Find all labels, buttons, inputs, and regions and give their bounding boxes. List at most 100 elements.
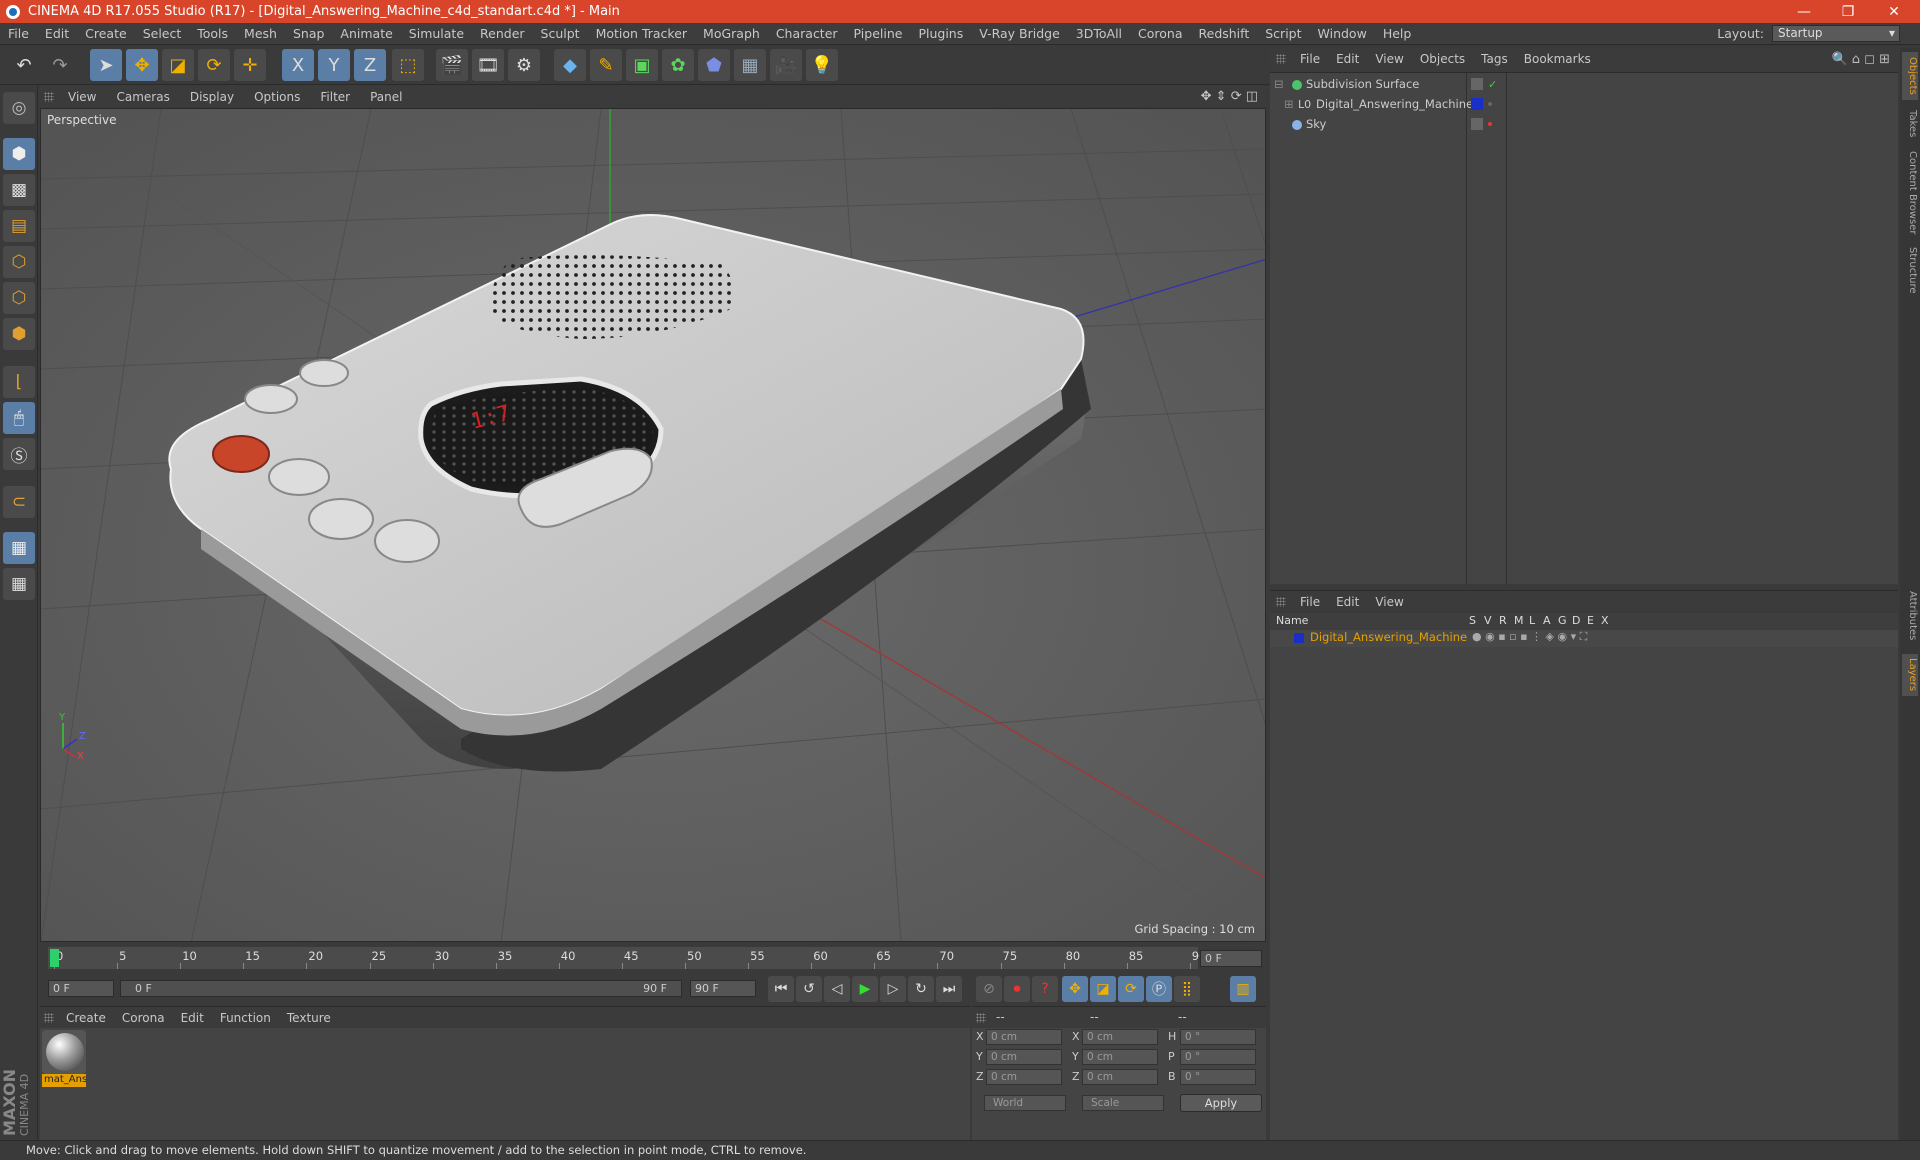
restore-button[interactable]: ❐ — [1826, 0, 1870, 23]
live-selection-icon[interactable]: ➤ — [90, 49, 122, 81]
tab-content-browser[interactable]: Content Browser — [1902, 148, 1918, 238]
layout-dropdown[interactable]: Startup — [1772, 25, 1900, 42]
y-axis-lock-button[interactable]: Y — [318, 49, 350, 81]
tab-attributes[interactable]: Attributes — [1902, 588, 1918, 644]
object-menu-file[interactable]: File — [1292, 52, 1328, 66]
expand-icon[interactable]: ⊞ — [1284, 95, 1294, 114]
tab-layers[interactable]: Layers — [1902, 654, 1918, 696]
start-frame-field[interactable]: 0 F — [48, 980, 114, 997]
light-object-icon[interactable]: 💡 — [806, 49, 838, 81]
keyframe-selection-icon[interactable]: ? — [1032, 976, 1058, 1002]
object-menu-bookmarks[interactable]: Bookmarks — [1516, 52, 1599, 66]
menu-mesh[interactable]: Mesh — [236, 26, 285, 41]
key-pla-icon[interactable]: ⣿ — [1174, 976, 1200, 1002]
menu-tools[interactable]: Tools — [189, 26, 236, 41]
button-top-2[interactable] — [244, 384, 298, 414]
layer-row-digital-answering-machine[interactable]: Digital_Answering_Machine ● ◉ ▪ ▫ ▪ ⋮ ◈ … — [1270, 630, 1898, 647]
polygons-mode-icon[interactable]: ⬢ — [3, 318, 35, 350]
key-scale-icon[interactable]: ◪ — [1090, 976, 1116, 1002]
rotate-tool-icon[interactable]: ⟳ — [198, 49, 230, 81]
coord-mode-dropdown[interactable]: World — [984, 1095, 1066, 1111]
collapse-icon[interactable]: ⊟ — [1274, 75, 1284, 94]
coord-rot-p-field[interactable]: 0 ° — [1180, 1049, 1256, 1065]
layer-menu-view[interactable]: View — [1367, 595, 1411, 609]
menu-3dtoall[interactable]: 3DToAll — [1068, 26, 1130, 41]
model-mode-icon[interactable]: ⬢ — [3, 138, 35, 170]
key-rotation-icon[interactable]: ⟳ — [1118, 976, 1144, 1002]
menu-snap[interactable]: Snap — [285, 26, 332, 41]
next-frame-icon[interactable]: ▷ — [880, 976, 906, 1002]
apply-button[interactable]: Apply — [1180, 1094, 1262, 1112]
next-key-icon[interactable]: ↻ — [908, 976, 934, 1002]
object-row-subdivision-surface[interactable]: ⊟ Subdivision Surface ✓ — [1270, 75, 1898, 94]
edges-mode-icon[interactable]: ⬡ — [3, 282, 35, 314]
material-menu-corona[interactable]: Corona — [114, 1011, 173, 1025]
autokey-icon[interactable]: ⏺ — [1004, 976, 1030, 1002]
coord-rot-h-field[interactable]: 0 ° — [1180, 1029, 1256, 1045]
key-parameter-icon[interactable]: Ⓟ — [1146, 976, 1172, 1002]
prev-key-icon[interactable]: ↺ — [796, 976, 822, 1002]
editor-visibility-icon[interactable] — [1471, 118, 1483, 130]
redo-icon[interactable]: ↷ — [44, 49, 76, 81]
viewport-nav-icons[interactable]: ✥ ⇕ ⟳ ◫ — [1201, 89, 1258, 104]
floor-object-icon[interactable]: ▦ — [734, 49, 766, 81]
coord-size-y-field[interactable]: 0 cm — [1082, 1049, 1158, 1065]
menu-plugins[interactable]: Plugins — [910, 26, 971, 41]
menu-corona[interactable]: Corona — [1130, 26, 1190, 41]
axis-mode-icon[interactable]: ⌊ — [3, 366, 35, 398]
lock-workplane-icon[interactable]: ▦ — [3, 532, 35, 564]
menu-select[interactable]: Select — [135, 26, 190, 41]
undo-icon[interactable]: ↶ — [8, 49, 40, 81]
goto-start-icon[interactable]: ⏮ — [768, 976, 794, 1002]
render-dot-icon[interactable] — [1488, 122, 1492, 126]
object-menu-edit[interactable]: Edit — [1328, 52, 1367, 66]
skip-back-button[interactable] — [308, 498, 374, 540]
menu-render[interactable]: Render — [472, 26, 533, 41]
end-frame-field[interactable]: 90 F — [690, 980, 756, 997]
move-tool-icon[interactable]: ✥ — [126, 49, 158, 81]
make-editable-icon[interactable]: ◎ — [3, 92, 35, 124]
play-icon[interactable]: ▶ — [852, 976, 878, 1002]
timeline-track[interactable]: 051015202530354045505560657075808590 — [48, 947, 1206, 969]
workplane-mode-icon[interactable]: ▤ — [3, 210, 35, 242]
skip-forward-button[interactable] — [374, 519, 440, 563]
visibility-dot-icon[interactable] — [1488, 102, 1492, 106]
timeline-ruler[interactable]: 051015202530354045505560657075808590 0 F — [40, 944, 1266, 974]
texture-mode-icon[interactable]: ▩ — [3, 174, 35, 206]
material-menu-create[interactable]: Create — [58, 1011, 114, 1025]
spline-pen-icon[interactable]: ✎ — [590, 49, 622, 81]
workplane-icon[interactable]: ▦ — [3, 568, 35, 600]
render-settings-icon[interactable]: ⚙ — [508, 49, 540, 81]
record-button[interactable] — [212, 435, 270, 473]
menu-vray-bridge[interactable]: V-Ray Bridge — [971, 26, 1068, 41]
material-menu-texture[interactable]: Texture — [279, 1011, 339, 1025]
menu-help[interactable]: Help — [1375, 26, 1420, 41]
key-position-icon[interactable]: ✥ — [1062, 976, 1088, 1002]
layer-color-swatch[interactable] — [1294, 633, 1304, 643]
snap-icon[interactable]: Ⓢ — [3, 438, 35, 470]
perspective-viewport[interactable]: 1:7 Y Z X Perspective Grid Spacing : 10 … — [40, 108, 1266, 942]
object-menu-objects[interactable]: Objects — [1412, 52, 1473, 66]
button-top-1[interactable] — [299, 359, 349, 387]
close-button[interactable]: ✕ — [1872, 0, 1916, 23]
viewport-menu-view[interactable]: View — [58, 90, 106, 104]
timeline-window-icon[interactable]: ▥ — [1230, 976, 1256, 1002]
preview-range-slider[interactable]: 0 F 90 F — [120, 980, 682, 997]
viewport-menu-cameras[interactable]: Cameras — [106, 90, 179, 104]
layer-menu-edit[interactable]: Edit — [1328, 595, 1367, 609]
coordinate-system-icon[interactable]: ⬚ — [392, 49, 424, 81]
current-frame-field[interactable]: 0 F — [1200, 950, 1262, 967]
playhead-marker[interactable] — [50, 949, 59, 967]
coord-pos-y-field[interactable]: 0 cm — [986, 1049, 1062, 1065]
viewport-menu-panel[interactable]: Panel — [360, 90, 412, 104]
deformer-icon[interactable]: ⬟ — [698, 49, 730, 81]
tab-takes[interactable]: Takes — [1902, 104, 1918, 144]
material-name[interactable]: mat_Ans — [42, 1074, 86, 1087]
coord-pos-z-field[interactable]: 0 cm — [986, 1069, 1062, 1085]
coord-transform-dropdown[interactable]: Scale — [1082, 1095, 1164, 1111]
menu-simulate[interactable]: Simulate — [401, 26, 472, 41]
object-menu-tags[interactable]: Tags — [1473, 52, 1516, 66]
enabled-check-icon[interactable]: ✓ — [1488, 75, 1497, 94]
menu-animate[interactable]: Animate — [332, 26, 400, 41]
points-mode-icon[interactable]: ⬡ — [3, 246, 35, 278]
